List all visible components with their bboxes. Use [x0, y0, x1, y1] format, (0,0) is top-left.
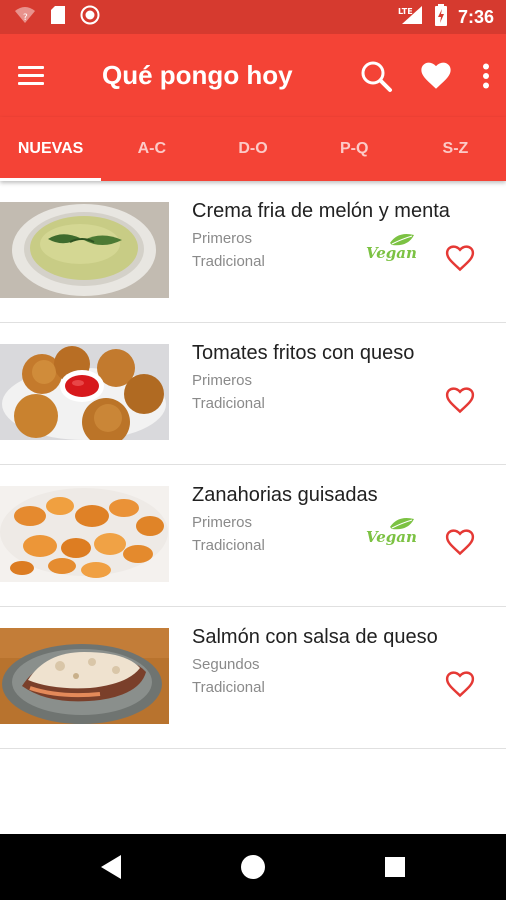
favorites-heart-icon[interactable] — [406, 46, 466, 106]
recipe-title: Zanahorias guisadas — [192, 484, 378, 506]
recipe-item-crema-melon[interactable]: Crema fria de melón y menta Primeros Tra… — [0, 181, 506, 323]
tab-p-q[interactable]: P-Q — [304, 117, 405, 181]
recipe-style: Tradicional — [192, 253, 265, 270]
menu-icon[interactable] — [18, 54, 62, 98]
system-nav-bar — [0, 834, 506, 900]
favorite-heart-icon[interactable] — [440, 380, 480, 420]
recents-icon[interactable] — [365, 837, 425, 897]
recipe-item-zanahorias[interactable]: Zanahorias guisadas Primeros Tradicional… — [0, 465, 506, 607]
recipe-list: Crema fria de melón y menta Primeros Tra… — [0, 181, 506, 749]
recipe-course: Primeros — [192, 372, 253, 389]
tab-a-c[interactable]: A-C — [101, 117, 202, 181]
battery-charging-icon — [434, 3, 448, 31]
recipe-course: Segundos — [192, 656, 260, 673]
app-title: Qué pongo hoy — [102, 60, 293, 90]
recipe-course: Primeros — [192, 230, 253, 247]
vegan-badge: Vegan — [362, 515, 417, 547]
recipe-style: Tradicional — [192, 395, 265, 412]
status-bar: ? LTE 7:36 — [0, 0, 506, 34]
network-type-label: LTE — [398, 7, 413, 16]
home-icon[interactable] — [223, 837, 283, 897]
salmon-cheese-sauce-photo — [0, 628, 169, 724]
recipe-title: Crema fria de melón y menta — [192, 200, 450, 222]
recipe-style: Tradicional — [192, 537, 265, 554]
recipe-course: Primeros — [192, 514, 253, 531]
vegan-label: Vegan — [366, 528, 416, 546]
tab-s-z[interactable]: S-Z — [405, 117, 506, 181]
vegan-label: Vegan — [366, 244, 416, 262]
recipe-item-salmon[interactable]: Salmón con salsa de queso Segundos Tradi… — [0, 607, 506, 749]
recipe-title: Salmón con salsa de queso — [192, 626, 438, 648]
tab-d-o[interactable]: D-O — [202, 117, 303, 181]
tab-nuevas[interactable]: NUEVAS — [0, 117, 102, 181]
cell-signal-icon: LTE — [398, 5, 424, 30]
app-screen: ? LTE 7:36 Qué pongo hoy NUEVAS A-C D-O … — [0, 0, 506, 900]
svg-text:?: ? — [23, 13, 28, 23]
recipe-item-tomates-fritos[interactable]: Tomates fritos con queso Primeros Tradic… — [0, 323, 506, 465]
app-bar: Qué pongo hoy — [0, 34, 506, 117]
favorite-heart-icon[interactable] — [440, 664, 480, 704]
favorite-heart-icon[interactable] — [440, 238, 480, 278]
recipe-title: Tomates fritos con queso — [192, 342, 415, 364]
vegan-badge: Vegan — [362, 231, 417, 263]
favorite-heart-icon[interactable] — [440, 522, 480, 562]
recipe-style: Tradicional — [192, 679, 265, 696]
sd-card-icon — [50, 5, 66, 30]
melon-cream-photo — [0, 202, 169, 298]
stewed-carrots-photo — [0, 486, 169, 582]
more-vert-icon[interactable] — [466, 46, 506, 106]
status-time: 7:36 — [457, 6, 494, 27]
record-icon — [80, 5, 100, 30]
search-icon[interactable] — [346, 46, 406, 106]
fried-tomatoes-photo — [0, 344, 169, 440]
back-icon[interactable] — [81, 837, 141, 897]
wifi-question-icon: ? — [14, 6, 36, 29]
tab-bar: NUEVAS A-C D-O P-Q S-Z — [0, 117, 506, 181]
